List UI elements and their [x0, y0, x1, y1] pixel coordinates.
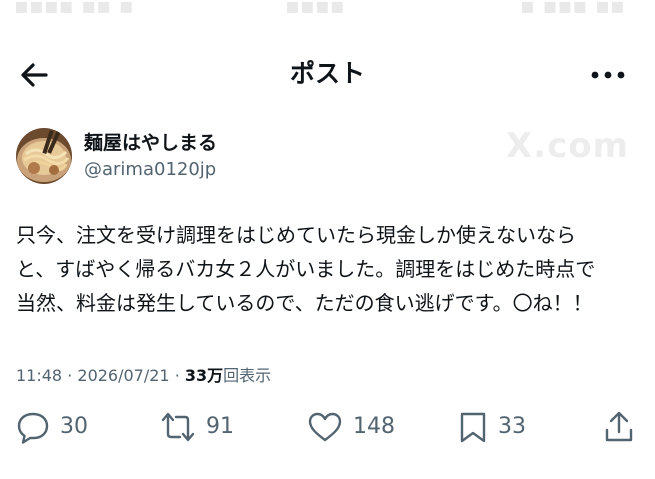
action-bar: 30 91 148 33 — [0, 407, 655, 447]
bookmark-button[interactable]: 33 — [458, 407, 526, 447]
author-handle[interactable]: @arima0120jp — [84, 159, 216, 181]
reply-button[interactable]: 30 — [16, 407, 88, 447]
post-meta: 11:48 · 2026/07/21 · 33万回表示 — [16, 365, 271, 387]
views-label: 回表示 — [223, 366, 272, 385]
author-block: 麺屋はやしまる @arima0120jp X.com — [16, 126, 636, 188]
bookmark-icon — [460, 412, 486, 443]
avatar[interactable] — [16, 128, 72, 184]
meta-separator: · — [67, 366, 73, 385]
views-count: 33万 — [184, 366, 224, 385]
meta-separator: · — [174, 366, 180, 385]
post-date: 2026/07/21 — [77, 366, 170, 385]
like-icon — [308, 412, 342, 442]
more-button[interactable] — [591, 66, 625, 84]
post-time: 11:48 — [16, 366, 63, 385]
top-bar: ポスト — [0, 48, 655, 100]
bookmark-count: 33 — [498, 414, 526, 439]
repost-icon — [161, 412, 195, 442]
repost-button[interactable]: 91 — [160, 407, 234, 447]
watermark: X.com — [506, 126, 630, 166]
like-button[interactable]: 148 — [307, 407, 395, 447]
status-bar-remnant: ▪▪▪▪ ▪▪ ▪ ▪▪▪▪ ▪ ▪▪▪ ▪▪ — [14, 0, 625, 19]
page-title: ポスト — [289, 59, 365, 88]
post-text: 只今、注文を受け調理をはじめていたら現金しか使えないなら と、すばやく帰るバカ女… — [16, 223, 596, 315]
share-button[interactable] — [603, 407, 635, 447]
share-icon — [605, 411, 633, 442]
author-name[interactable]: 麺屋はやしまる — [84, 131, 217, 155]
post-page: ▪▪▪▪ ▪▪ ▪ ▪▪▪▪ ▪ ▪▪▪ ▪▪ ポスト 麺屋はやしまる @ari… — [0, 0, 655, 479]
more-icon — [591, 71, 625, 79]
reply-count: 30 — [60, 414, 88, 439]
ramen-avatar-image — [16, 128, 72, 184]
repost-count: 91 — [206, 414, 234, 439]
like-count: 148 — [353, 414, 395, 439]
reply-icon — [17, 412, 49, 444]
